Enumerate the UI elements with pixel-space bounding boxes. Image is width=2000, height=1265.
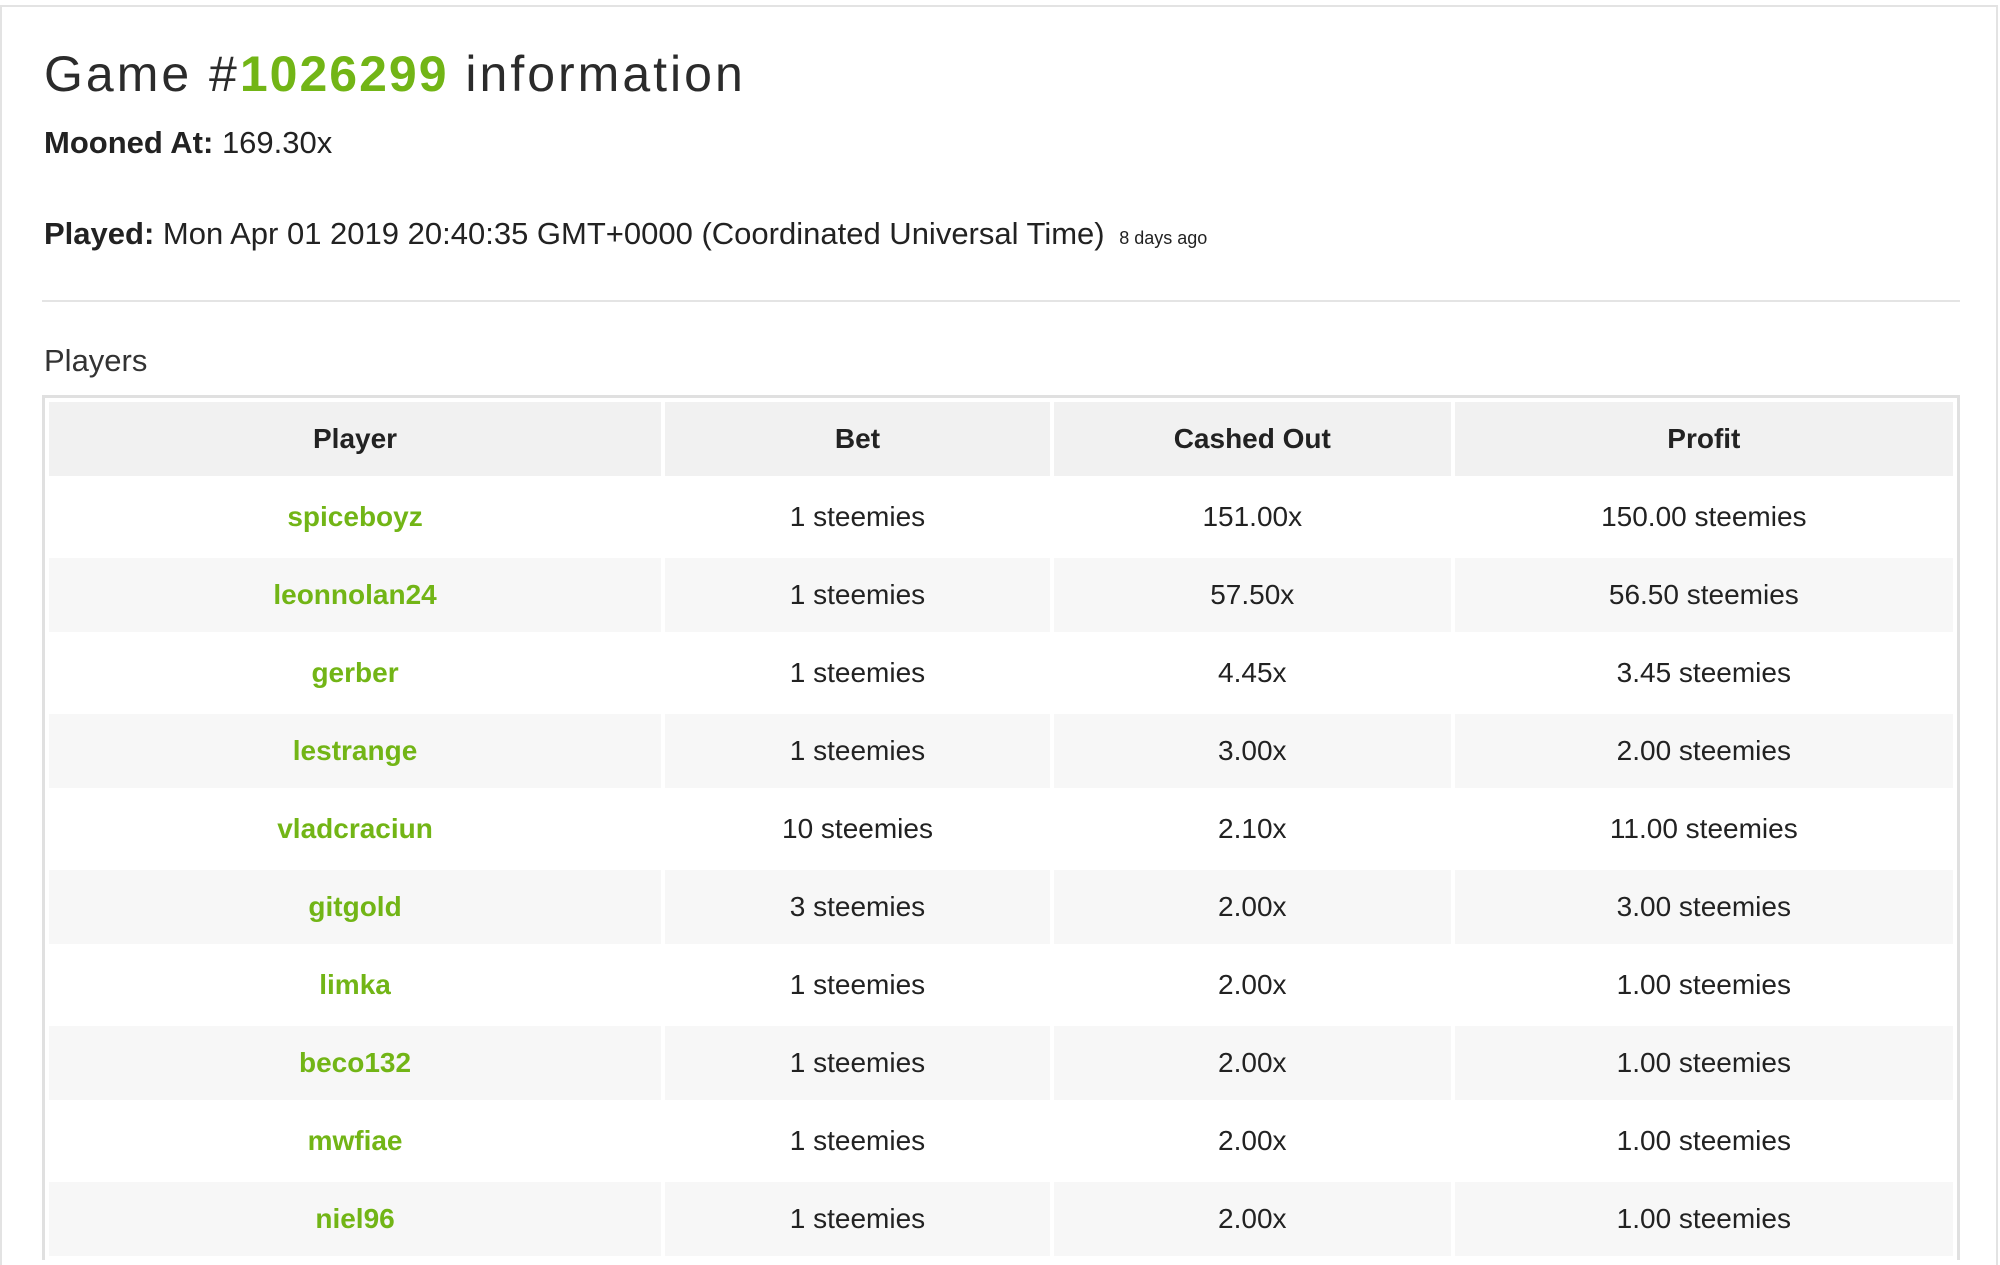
player-link[interactable]: limka <box>49 948 662 1022</box>
player-link[interactable]: gitgold <box>49 870 662 944</box>
cashed-out-cell: 2.00x <box>1053 870 1451 944</box>
table-row: lestrange 1 steemies 3.00x 2.00 steemies <box>49 714 1953 788</box>
page-title: Game #1026299 information <box>44 45 746 103</box>
profit-cell: 150.00 steemies <box>1454 480 1953 554</box>
section-divider <box>42 300 1960 302</box>
bet-cell: 10 steemies <box>665 792 1050 866</box>
bet-cell: 1 steemies <box>665 1026 1050 1100</box>
table-row: beco132 1 steemies 2.00x 1.00 steemies <box>49 1026 1953 1100</box>
table-row: limka 1 steemies 2.00x 1.00 steemies <box>49 948 1953 1022</box>
played-value: Mon Apr 01 2019 20:40:35 GMT+0000 (Coord… <box>162 216 1105 251</box>
cashed-out-cell: 2.00x <box>1053 1104 1451 1178</box>
played-ago: 8 days ago <box>1119 228 1208 248</box>
players-table-container: Player Bet Cashed Out Profit spiceboyz 1… <box>42 395 1960 1260</box>
player-link[interactable]: spiceboyz <box>49 480 662 554</box>
table-row: spiceboyz 1 steemies 151.00x 150.00 stee… <box>49 480 1953 554</box>
game-id: 1026299 <box>239 46 449 102</box>
player-link[interactable]: vladcraciun <box>49 792 662 866</box>
column-header-player: Player <box>49 402 662 476</box>
title-prefix: Game # <box>44 46 240 102</box>
table-row: gitgold 3 steemies 2.00x 3.00 steemies <box>49 870 1953 944</box>
played-label: Played: <box>44 216 155 251</box>
column-header-profit: Profit <box>1454 402 1953 476</box>
cashed-out-cell: 2.00x <box>1053 948 1451 1022</box>
bet-cell: 1 steemies <box>665 1182 1050 1256</box>
cashed-out-cell: 2.00x <box>1053 1182 1451 1256</box>
table-row: gerber 1 steemies 4.45x 3.45 steemies <box>49 636 1953 710</box>
player-link[interactable]: gerber <box>49 636 662 710</box>
mooned-at-line: Mooned At: 169.30x <box>44 125 332 161</box>
profit-cell: 1.00 steemies <box>1454 1026 1953 1100</box>
players-table: Player Bet Cashed Out Profit spiceboyz 1… <box>45 398 1957 1260</box>
table-row: niel96 1 steemies 2.00x 1.00 steemies <box>49 1182 1953 1256</box>
mooned-at-value: 169.30x <box>221 125 333 160</box>
title-suffix: information <box>448 46 746 102</box>
bet-cell: 1 steemies <box>665 714 1050 788</box>
bet-cell: 3 steemies <box>665 870 1050 944</box>
played-line: Played: Mon Apr 01 2019 20:40:35 GMT+000… <box>44 216 1207 252</box>
bet-cell: 1 steemies <box>665 558 1050 632</box>
bet-cell: 1 steemies <box>665 636 1050 710</box>
profit-cell: 11.00 steemies <box>1454 792 1953 866</box>
column-header-bet: Bet <box>665 402 1050 476</box>
profit-cell: 3.45 steemies <box>1454 636 1953 710</box>
cashed-out-cell: 2.00x <box>1053 1026 1451 1100</box>
table-row: leonnolan24 1 steemies 57.50x 56.50 stee… <box>49 558 1953 632</box>
column-header-cashed-out: Cashed Out <box>1053 402 1451 476</box>
player-link[interactable]: lestrange <box>49 714 662 788</box>
cashed-out-cell: 57.50x <box>1053 558 1451 632</box>
table-row: mwfiae 1 steemies 2.00x 1.00 steemies <box>49 1104 1953 1178</box>
profit-cell: 1.00 steemies <box>1454 1104 1953 1178</box>
bet-cell: 1 steemies <box>665 480 1050 554</box>
player-link[interactable]: niel96 <box>49 1182 662 1256</box>
profit-cell: 2.00 steemies <box>1454 714 1953 788</box>
players-heading: Players <box>44 343 148 378</box>
mooned-at-label: Mooned At: <box>44 125 214 160</box>
cashed-out-cell: 4.45x <box>1053 636 1451 710</box>
cashed-out-cell: 2.10x <box>1053 792 1451 866</box>
player-link[interactable]: leonnolan24 <box>49 558 662 632</box>
bet-cell: 1 steemies <box>665 948 1050 1022</box>
table-header-row: Player Bet Cashed Out Profit <box>49 402 1953 476</box>
game-info-panel: Game #1026299 information Mooned At: 169… <box>0 5 1998 1265</box>
profit-cell: 56.50 steemies <box>1454 558 1953 632</box>
cashed-out-cell: 3.00x <box>1053 714 1451 788</box>
bet-cell: 1 steemies <box>665 1104 1050 1178</box>
player-link[interactable]: mwfiae <box>49 1104 662 1178</box>
table-row: vladcraciun 10 steemies 2.10x 11.00 stee… <box>49 792 1953 866</box>
profit-cell: 1.00 steemies <box>1454 948 1953 1022</box>
player-link[interactable]: beco132 <box>49 1026 662 1100</box>
profit-cell: 1.00 steemies <box>1454 1182 1953 1256</box>
cashed-out-cell: 151.00x <box>1053 480 1451 554</box>
profit-cell: 3.00 steemies <box>1454 870 1953 944</box>
